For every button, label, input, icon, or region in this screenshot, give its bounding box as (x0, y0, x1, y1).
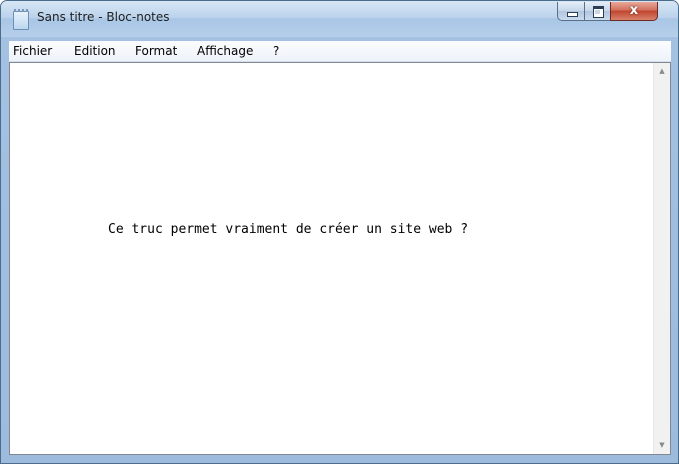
menu-edition[interactable]: Edition (74, 44, 116, 58)
title-bar[interactable]: Sans titre - Bloc-notes x (1, 1, 678, 37)
text-editor[interactable]: Ce truc permet vraiment de créer un site… (9, 62, 671, 455)
minimize-icon (567, 12, 578, 17)
menu-help[interactable]: ? (273, 44, 279, 58)
window-title: Sans titre - Bloc-notes (37, 10, 170, 24)
minimize-button[interactable] (557, 2, 585, 21)
notepad-window: Sans titre - Bloc-notes x Fichier Editio… (0, 0, 679, 464)
vertical-scrollbar[interactable]: ▲ ▼ (653, 63, 670, 454)
text-area[interactable]: Ce truc permet vraiment de créer un site… (10, 63, 654, 454)
menu-affichage[interactable]: Affichage (197, 44, 253, 58)
maximize-icon (593, 6, 604, 18)
notepad-icon[interactable] (13, 9, 29, 30)
close-icon: x (629, 3, 639, 18)
menu-fichier[interactable]: Fichier (13, 44, 52, 58)
close-button[interactable]: x (610, 2, 658, 21)
menu-bar: Fichier Edition Format Affichage ? (9, 41, 671, 62)
editor-text: Ce truc permet vraiment de créer un site… (108, 222, 469, 237)
scroll-up-icon[interactable]: ▲ (654, 63, 670, 80)
menu-format[interactable]: Format (135, 44, 177, 58)
maximize-button[interactable] (584, 2, 611, 21)
scroll-down-icon[interactable]: ▼ (654, 437, 670, 454)
